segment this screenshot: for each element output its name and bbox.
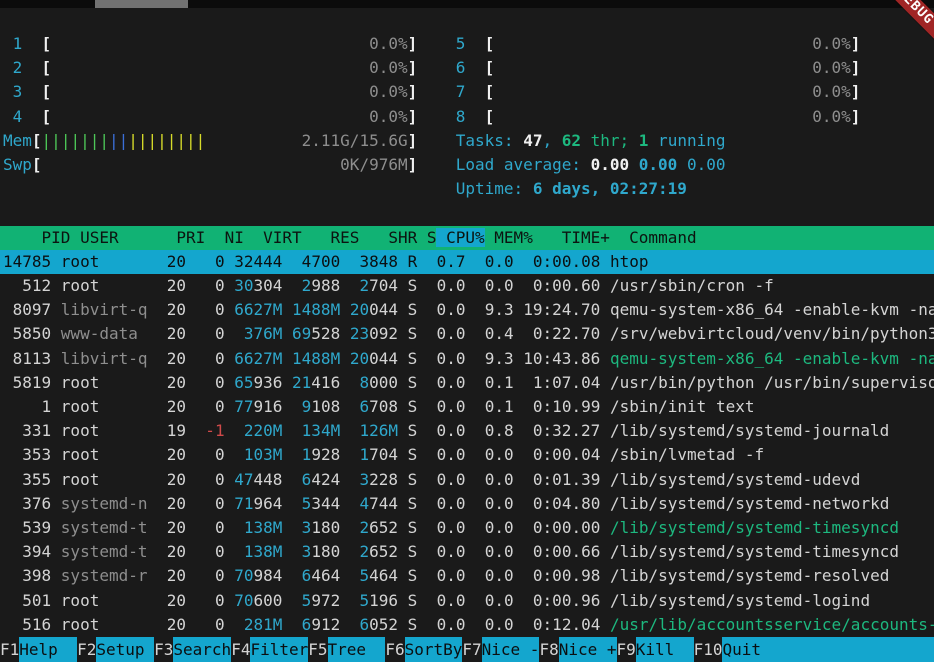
process-row-516[interactable]: 516 root 20 0 281M 6912 6052 S 0.0 0.0 0… — [0, 613, 934, 637]
fkey-label: F4 — [231, 637, 250, 662]
process-row-398[interactable]: 398 systemd-r 20 0 70984 6464 5464 S 0.0… — [0, 564, 934, 588]
window-top-strip — [0, 0, 934, 8]
process-row-376[interactable]: 376 systemd-n 20 0 71964 5344 4744 S 0.0… — [0, 492, 934, 516]
process-row-539[interactable]: 539 systemd-t 20 0 138M 3180 2652 S 0.0 … — [0, 516, 934, 540]
column-header-virt: VIRT — [244, 228, 302, 247]
process-row-text: 5850 www-data 20 0 376M 69528 23092 S 0.… — [3, 322, 934, 346]
process-row-1[interactable]: 1 root 20 0 77916 9108 6708 S 0.0 0.1 0:… — [0, 395, 934, 419]
fkey-label: F1 — [0, 637, 19, 662]
process-row-text: 539 systemd-t 20 0 138M 3180 2652 S 0.0 … — [3, 516, 899, 540]
fkey-f7-nice-[interactable]: F7Nice - — [462, 637, 539, 662]
fkey-action-label: Nice - — [482, 637, 540, 662]
fkey-label: F2 — [77, 637, 96, 662]
cpu-meter-2: 2 [ 0.0%] — [3, 56, 417, 80]
process-row-text: 8097 libvirt-q 20 0 6627M 1488M 20044 S … — [3, 298, 934, 322]
column-header-command: Command — [620, 228, 697, 247]
fkey-f10-quit[interactable]: F10Quit — [694, 637, 934, 662]
process-row-394[interactable]: 394 systemd-t 20 0 138M 3180 2652 S 0.0 … — [0, 540, 934, 564]
fkey-label: F3 — [154, 637, 173, 662]
process-row-8097[interactable]: 8097 libvirt-q 20 0 6627M 1488M 20044 S … — [0, 298, 934, 322]
process-row-8113[interactable]: 8113 libvirt-q 20 0 6627M 1488M 20044 S … — [0, 347, 934, 371]
process-row-text: 353 root 20 0 103M 1928 1704 S 0.0 0.0 0… — [3, 443, 764, 467]
process-row-text: 512 root 20 0 30304 2988 2704 S 0.0 0.0 … — [3, 274, 774, 298]
fkey-label: F9 — [617, 637, 636, 662]
process-row-14785[interactable]: 14785 root 20 0 32444 4700 3848 R 0.7 0.… — [0, 250, 934, 274]
process-row-text: 376 systemd-n 20 0 71964 5344 4744 S 0.0… — [3, 492, 889, 516]
column-header-res: RES — [302, 228, 360, 247]
cpu-meter-5: 5 [ 0.0%] — [456, 32, 861, 56]
fkey-label: F8 — [539, 637, 558, 662]
process-row-331[interactable]: 331 root 19 -1 220M 134M 126M S 0.0 0.8 … — [0, 419, 934, 443]
process-row-text: 355 root 20 0 47448 6424 3228 S 0.0 0.0 … — [3, 468, 860, 492]
uptime: Uptime: 6 days, 02:27:19 — [456, 177, 687, 201]
column-header-shr: SHR — [359, 228, 417, 247]
fkey-action-label: Quit — [722, 637, 934, 662]
fkey-label: F10 — [694, 637, 723, 662]
process-row-text: 394 systemd-t 20 0 138M 3180 2652 S 0.0 … — [3, 540, 899, 564]
process-row-text: 501 root 20 0 70600 5972 5196 S 0.0 0.0 … — [3, 589, 870, 613]
window-tab-fragment — [95, 0, 188, 8]
process-row-355[interactable]: 355 root 20 0 47448 6424 3228 S 0.0 0.0 … — [0, 468, 934, 492]
fkey-f8-nice-[interactable]: F8Nice + — [539, 637, 616, 662]
fkey-action-label: Kill — [636, 637, 694, 662]
process-row-text: 14785 root 20 0 32444 4700 3848 R 0.7 0.… — [3, 250, 649, 274]
cpu-meter-7: 7 [ 0.0%] — [456, 80, 861, 104]
process-row-512[interactable]: 512 root 20 0 30304 2988 2704 S 0.0 0.0 … — [0, 274, 934, 298]
fkey-action-label: Help — [19, 637, 77, 662]
column-header-time+: TIME+ — [533, 228, 620, 247]
process-row-text: 8113 libvirt-q 20 0 6627M 1488M 20044 S … — [3, 347, 934, 371]
fkey-action-label: Nice + — [559, 637, 617, 662]
process-row-text: 1 root 20 0 77916 9108 6708 S 0.0 0.1 0:… — [3, 395, 754, 419]
fkey-action-label: Filter — [250, 637, 308, 662]
fkey-f1-help[interactable]: F1Help — [0, 637, 77, 662]
column-header-pid: PID — [3, 228, 70, 247]
fkey-action-label: Tree — [328, 637, 386, 662]
process-row-353[interactable]: 353 root 20 0 103M 1928 1704 S 0.0 0.0 0… — [0, 443, 934, 467]
fkey-f3-search[interactable]: F3Search — [154, 637, 231, 662]
load-average: Load average: 0.00 0.00 0.00 — [456, 153, 726, 177]
process-row-5819[interactable]: 5819 root 20 0 65936 21416 8000 S 0.0 0.… — [0, 371, 934, 395]
fkey-label: F7 — [462, 637, 481, 662]
fkey-action-label: Setup — [96, 637, 154, 662]
cpu-meter-1: 1 [ 0.0%] — [3, 32, 417, 56]
fkey-label: F6 — [385, 637, 404, 662]
process-row-text: 398 systemd-r 20 0 70984 6464 5464 S 0.0… — [3, 564, 889, 588]
process-row-text: 331 root 19 -1 220M 134M 126M S 0.0 0.8 … — [3, 419, 889, 443]
cpu-meter-6: 6 [ 0.0%] — [456, 56, 861, 80]
column-header-user: USER — [70, 228, 166, 247]
process-row-text: 5819 root 20 0 65936 21416 8000 S 0.0 0.… — [3, 371, 934, 395]
cpu-meter-3: 3 [ 0.0%] — [3, 80, 417, 104]
column-header-cpu%: CPU% — [436, 228, 484, 247]
table-header-row[interactable]: PID USER PRI NI VIRT RES SHR S CPU% MEM%… — [3, 226, 697, 250]
fkey-f9-kill[interactable]: F9Kill — [617, 637, 694, 662]
memory-meter: Mem[||||||||||||||||| 2.11G/15.6G] — [3, 129, 417, 153]
fkey-f4-filter[interactable]: F4Filter — [231, 637, 308, 662]
process-row-text: 516 root 20 0 281M 6912 6052 S 0.0 0.0 0… — [3, 613, 934, 637]
fkey-f2-setup[interactable]: F2Setup — [77, 637, 154, 662]
fkey-action-label: Search — [173, 637, 231, 662]
fkey-label: F5 — [308, 637, 327, 662]
cpu-meter-8: 8 [ 0.0%] — [456, 105, 861, 129]
process-row-5850[interactable]: 5850 www-data 20 0 376M 69528 23092 S 0.… — [0, 322, 934, 346]
cpu-meter-4: 4 [ 0.0%] — [3, 105, 417, 129]
column-header-s: S — [417, 228, 436, 247]
debug-ribbon-label: DEBUG — [860, 0, 934, 66]
fkey-f6-sortby[interactable]: F6SortBy — [385, 637, 462, 662]
column-header-mem%: MEM% — [485, 228, 533, 247]
tasks-summary: Tasks: 47, 62 thr; 1 running — [456, 129, 726, 153]
fkey-action-label: SortBy — [405, 637, 463, 662]
process-row-501[interactable]: 501 root 20 0 70600 5972 5196 S 0.0 0.0 … — [0, 589, 934, 613]
function-key-bar: F1Help F2Setup F3SearchF4FilterF5Tree F6… — [0, 637, 934, 662]
fkey-f5-tree[interactable]: F5Tree — [308, 637, 385, 662]
column-header-pri: PRI — [167, 228, 206, 247]
swap-meter: Swp[ 0K/976M] — [3, 153, 417, 177]
debug-ribbon: DEBUG — [860, 0, 934, 74]
column-header-ni: NI — [205, 228, 244, 247]
